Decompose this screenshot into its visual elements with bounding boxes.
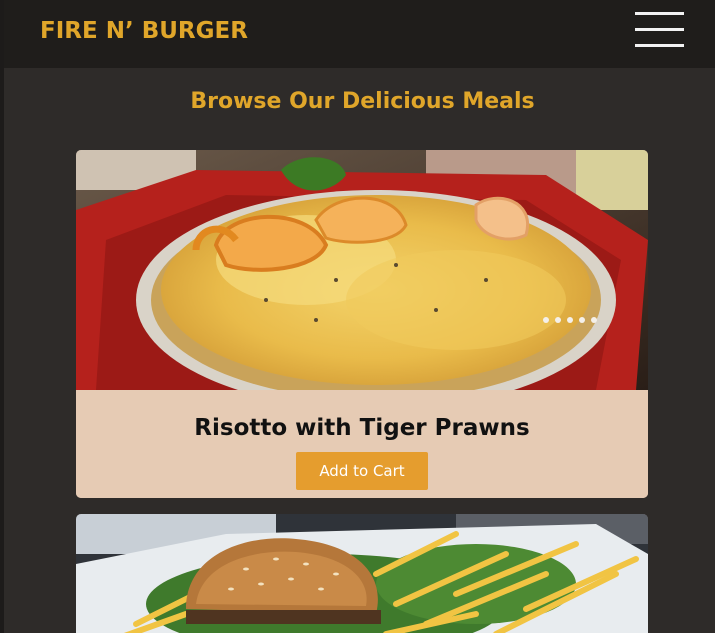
meal-name: Risotto with Tiger Prawns	[194, 415, 530, 441]
hamburger-line	[635, 44, 684, 47]
brand-logo[interactable]: FIRE N’ BURGER	[40, 14, 248, 48]
hamburger-menu-icon[interactable]	[635, 12, 684, 47]
meal-image-burger	[76, 514, 648, 633]
add-to-cart-button[interactable]: Add to Cart	[296, 452, 428, 490]
hamburger-line	[635, 28, 684, 31]
meal-card	[76, 514, 648, 633]
page: FIRE N’ BURGER Browse Our Delicious Meal…	[0, 0, 715, 633]
hamburger-line	[635, 12, 684, 15]
meal-card-body: Risotto with Tiger Prawns Add to Cart	[76, 390, 648, 498]
meal-card: Risotto with Tiger Prawns Add to Cart	[76, 150, 648, 498]
navbar: FIRE N’ BURGER	[4, 0, 715, 68]
page-title: Browse Our Delicious Meals	[190, 89, 535, 114]
meal-image-risotto	[76, 150, 648, 390]
